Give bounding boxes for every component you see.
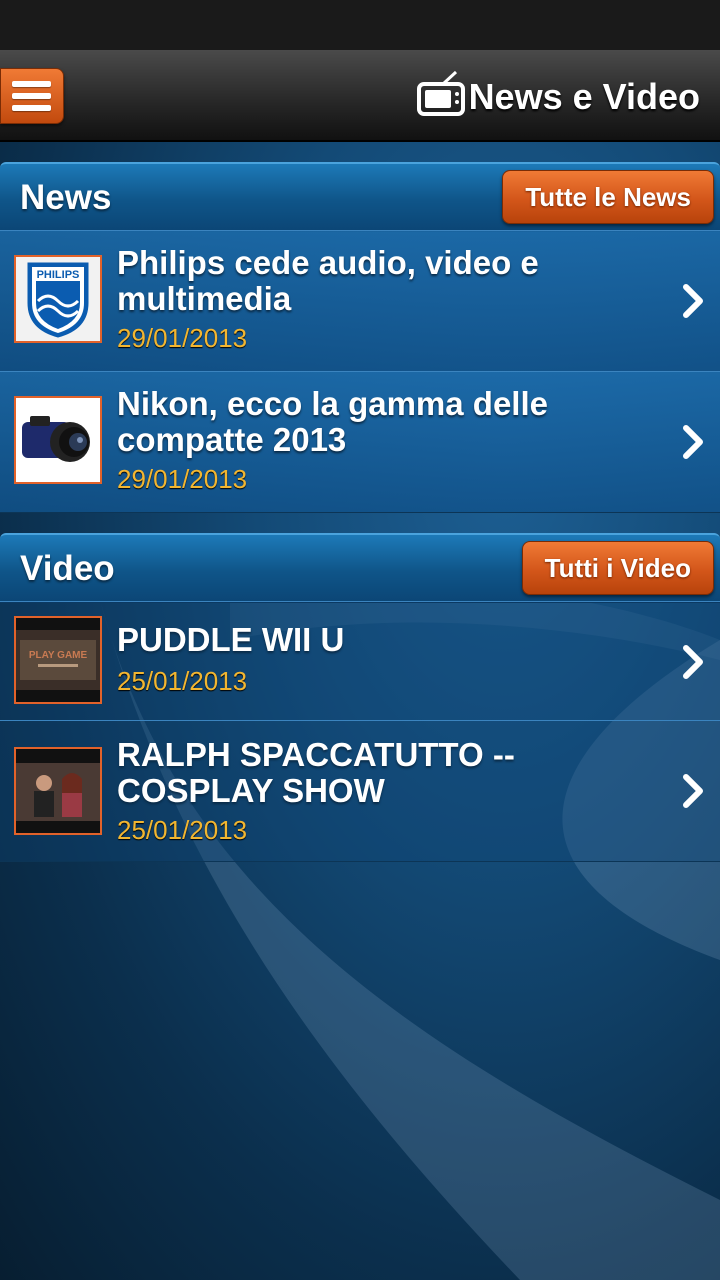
video-section-title: Video: [20, 549, 115, 588]
video-item-title: RALPH SPACCATUTTO -- COSPLAY SHOW: [117, 736, 515, 809]
news-item-date: 29/01/2013: [117, 464, 248, 494]
video-item-ralph[interactable]: RALPH SPACCATUTTO -- COSPLAY SHOW 25/01/…: [0, 720, 720, 862]
video-item-date: 25/01/2013: [117, 666, 248, 696]
video-item-puddle[interactable]: PLAY GAME PUDDLE WII U 25/01/2013: [0, 601, 720, 721]
video-section-header: Video Tutti i Video: [0, 533, 720, 603]
ralph-video-thumbnail: [14, 747, 102, 835]
app-title: News e Video: [468, 76, 700, 117]
video-item-title: PUDDLE WII U: [117, 621, 345, 658]
chevron-right-icon: [683, 425, 703, 459]
chevron-right-icon: [683, 774, 703, 808]
philips-logo-icon: PHILIPS: [16, 257, 100, 341]
all-news-button[interactable]: Tutte le News: [502, 170, 714, 224]
news-item-nikon[interactable]: Nikon, ecco la gamma delle compatte 2013…: [0, 371, 720, 513]
news-section-title: News: [20, 178, 112, 217]
philips-thumbnail: PHILIPS: [14, 255, 102, 343]
video-thumbnail-image: PLAY GAME: [16, 618, 100, 702]
tv-icon: [417, 70, 465, 116]
hamburger-icon-bar: [12, 93, 51, 99]
svg-text:PHILIPS: PHILIPS: [37, 269, 80, 281]
puddle-video-thumbnail: PLAY GAME: [14, 616, 102, 704]
chevron-right-icon: [683, 284, 703, 318]
video-thumbnail-image: [16, 749, 100, 833]
news-item-philips[interactable]: PHILIPS Philips cede audio, video e mult…: [0, 230, 720, 372]
all-videos-button[interactable]: Tutti i Video: [521, 541, 714, 595]
status-bar: [0, 0, 720, 50]
news-item-date: 29/01/2013: [117, 323, 248, 353]
chevron-right-icon: [683, 645, 703, 679]
news-section-header: News Tutte le News: [0, 162, 720, 232]
nikon-camera-thumbnail: [14, 396, 102, 484]
news-item-title: Philips cede audio, video e multimedia: [117, 244, 539, 317]
hamburger-icon-bar: [12, 105, 51, 111]
svg-text:PLAY GAME: PLAY GAME: [29, 650, 88, 661]
video-item-date: 25/01/2013: [117, 815, 248, 845]
hamburger-icon: [12, 81, 51, 87]
news-item-title: Nikon, ecco la gamma delle compatte 2013: [117, 385, 548, 458]
app-bar: News e Video: [0, 50, 720, 142]
menu-button[interactable]: [0, 68, 64, 124]
camera-icon: [16, 398, 100, 482]
